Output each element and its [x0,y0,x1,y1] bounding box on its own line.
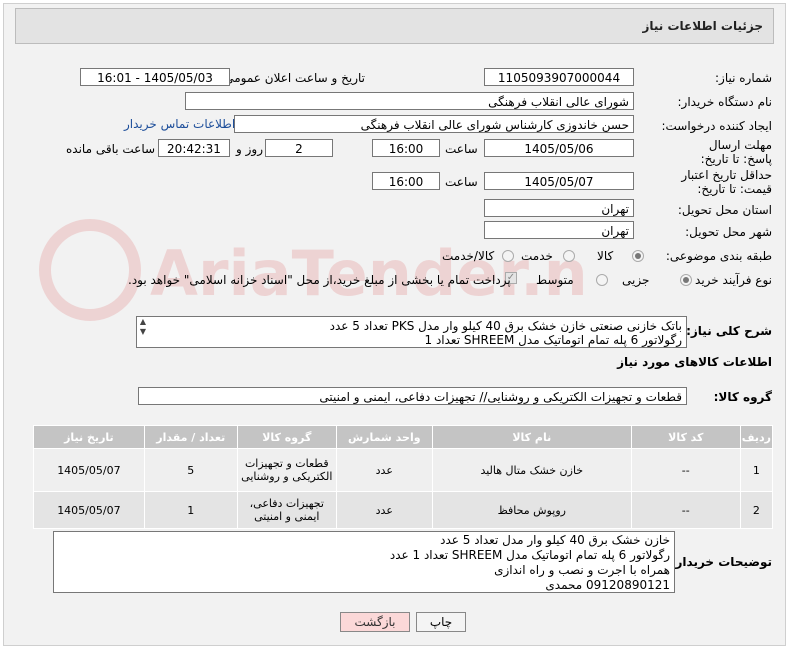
reply-time-field: 16:00 [372,139,440,157]
buyer-notes-line-3: همراه با اجرت و نصب و راه اندازی [494,563,670,577]
header-code: کد کالا [630,425,741,449]
cell-group: تجهیزات دفاعی، ایمنی و امنیتی [236,491,337,529]
goods-info-title: اطلاعات کالاهای مورد نیاز [617,355,772,369]
cell-qty: 1 [143,491,238,529]
summary-line-1: باتک خازنی صنعتی خازن خشک برق 40 کیلو وا… [329,319,682,333]
page-title: جزئیات اطلاعات نیاز [642,19,763,33]
header-date: تاریخ نیاز [33,425,145,449]
goods-group-field: قطعات و تجهیزات الکتریکی و روشنایی// تجه… [138,387,687,405]
summary-scrollbar[interactable]: ▲ ▼ [137,317,149,347]
reply-date-field: 1405/05/06 [484,139,634,157]
process-radio-minor[interactable] [680,274,692,286]
process-radio-medium[interactable] [596,274,608,286]
buyer-notes-line-2: رگولاتور 6 پله تمام اتوماتیک مدل SHREEM … [389,548,670,562]
cell-unit: عدد [335,491,433,529]
cell-row-num: 1 [739,448,774,492]
header-unit: واحد شمارش [335,425,433,449]
category-option-goods: کالا [597,249,614,263]
need-number-label: شماره نیاز: [715,71,772,85]
announce-label: تاریخ و ساعت اعلان عمومی: [220,71,365,85]
category-radio-goods[interactable] [632,250,644,262]
buyer-label: نام دستگاه خریدار: [677,95,773,109]
buyer-notes-line-1: خازن خشک برق 40 کیلو وار مدل تعداد 5 عدد [440,533,670,547]
creator-field: حسن خاندوزی کارشناس شورای عالی انقلاب فر… [234,115,634,133]
creator-label: ایجاد کننده درخواست: [661,119,772,133]
reply-time-label: ساعت [445,142,478,156]
process-option-medium: متوسط [536,273,574,287]
buyer-notes-label: توضیحات خریدار: [670,555,772,569]
table-row: 1 -- خازن خشک متال هالید عدد قطعات و تجه… [33,448,774,492]
table-header-row: ردیف کد کالا نام کالا واحد شمارش گروه کا… [33,425,774,449]
province-label: استان محل تحویل: [677,203,772,217]
header-qty: تعداد / مقدار [143,425,238,449]
city-label: شهر محل تحویل: [685,225,772,239]
price-time-label: ساعت [445,175,478,189]
price-time-field: 16:00 [372,172,440,190]
goods-group-label: گروه کالا: [713,390,772,404]
days-label: روز و [236,142,263,156]
cell-name: خازن خشک متال هالید [431,448,632,492]
buyer-notes-textarea[interactable]: خازن خشک برق 40 کیلو وار مدل تعداد 5 عدد… [53,531,675,593]
province-field: تهران [484,199,634,217]
buyer-field: شورای عالی انقلاب فرهنگی [185,92,634,110]
buyer-notes-line-4: 09120890121 محمدی [545,578,670,592]
category-radio-both[interactable] [502,250,514,262]
cell-name: روپوش محافظ [431,491,632,529]
cell-row-num: 2 [739,491,774,529]
cell-unit: عدد [335,448,433,492]
buyer-contact-link[interactable]: اطلاعات تماس خریدار [124,117,235,131]
table-row: 2 -- روپوش محافظ عدد تجهیزات دفاعی، ایمن… [33,491,774,529]
page-header: جزئیات اطلاعات نیاز [15,8,774,44]
header-name: نام کالا [431,425,632,449]
category-option-service: خدمت [521,249,553,263]
need-number-field: 1105093907000044 [484,68,634,86]
process-option-minor: جزیی [622,273,650,287]
category-radio-service[interactable] [563,250,575,262]
summary-label: شرح کلی نیاز: [686,324,772,338]
back-button[interactable]: بازگشت [340,612,410,632]
city-field: تهران [484,221,634,239]
category-label: طبقه بندی موضوعی: [665,249,772,263]
header-group: گروه کالا [236,425,337,449]
goods-table: ردیف کد کالا نام کالا واحد شمارش گروه کا… [33,425,774,529]
process-label: نوع فرآیند خرید : [687,273,772,287]
summary-textarea[interactable]: باتک خازنی صنعتی خازن خشک برق 40 کیلو وا… [136,316,687,348]
cell-date: 1405/05/07 [33,491,145,529]
summary-line-2: رگولاتور 6 پله تمام اتوماتیک مدل SHREEM … [424,333,682,347]
treasury-payment-note: پرداخت تمام یا بخشی از مبلغ خرید،از محل … [128,273,511,287]
announce-field: 1405/05/03 - 16:01 [80,68,230,86]
print-button[interactable]: چاپ [416,612,466,632]
category-option-both: کالا/خدمت [442,249,495,263]
reply-deadline-label: مهلت ارسال پاسخ: تا تاریخ: [700,138,772,166]
header-row-num: ردیف [739,425,774,449]
remaining-field: 20:42:31 [158,139,230,157]
cell-code: -- [630,491,741,529]
cell-date: 1405/05/07 [33,448,145,492]
price-validity-label: حداقل تاریخ اعتبار قیمت: تا تاریخ: [681,168,772,196]
cell-code: -- [630,448,741,492]
cell-group: قطعات و تجهیزات الکتریکی و روشنایی [236,448,337,492]
remaining-label: ساعت باقی مانده [66,142,156,156]
cell-qty: 5 [143,448,238,492]
days-field: 2 [265,139,333,157]
price-validity-date-field: 1405/05/07 [484,172,634,190]
